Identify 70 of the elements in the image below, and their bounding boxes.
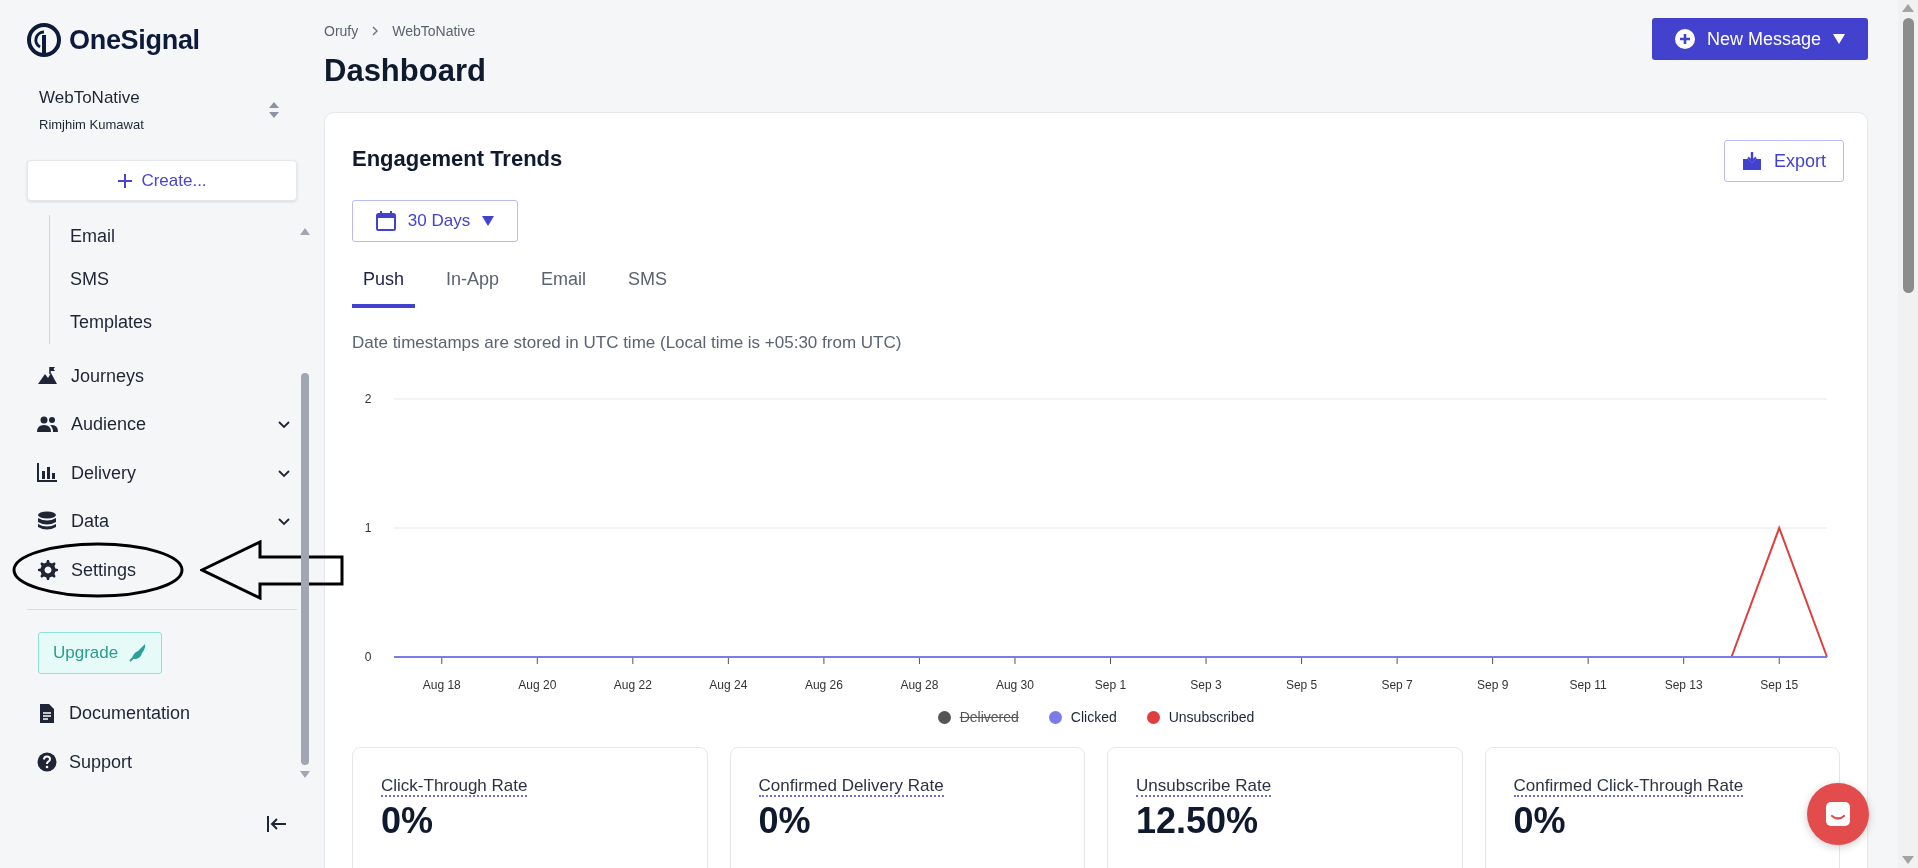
axis-label: 2 [364,392,372,406]
tab[interactable]: Email [530,262,598,308]
legend-label[interactable]: Clicked [1070,709,1117,725]
axis-label: Sep 1 [1094,678,1127,692]
logo-icon [27,23,61,57]
nav-item[interactable]: Settings [0,546,290,595]
nav-item[interactable]: SMS [50,258,324,301]
download-icon [1741,151,1762,171]
stat-value: 0% [758,800,812,842]
axis-label: Sep 5 [1285,678,1318,692]
nav-item[interactable]: Data [0,497,290,546]
legend-label[interactable]: Delivered [959,709,1019,725]
chat-icon [1823,799,1853,829]
document-icon [37,703,57,725]
timezone-note: Date timestamps are stored in UTC time (Local time is +05:30 from UTC) [352,333,903,353]
nav-item[interactable]: Support [0,738,290,787]
axis-label: Aug 22 [613,678,652,692]
nav-item[interactable]: Audience [0,400,290,449]
calendar-icon [375,211,396,231]
axis-label: Aug 24 [709,678,748,692]
tab[interactable]: SMS [617,262,679,308]
page-title: Dashboard [324,53,486,89]
breadcrumb-link[interactable]: WebToNative [392,23,476,39]
axis-label: Sep 9 [1476,678,1509,692]
new-message-button[interactable]: New Message [1652,18,1868,60]
axis-label: Sep 15 [1760,678,1799,692]
export-button[interactable]: Export [1723,140,1844,182]
nav-item[interactable]: Journeys [0,352,290,401]
legend-label[interactable]: Unsubscribed [1168,709,1255,725]
tab[interactable]: Push [352,262,416,308]
card-title: Engagement Trends [352,146,563,172]
axis-label: Sep 11 [1569,678,1607,692]
plus-icon [117,172,134,189]
axis-label: Sep 3 [1190,678,1222,692]
stat-value: 12.50% [1136,800,1260,842]
sort-icon [269,102,279,118]
collapse-icon[interactable] [266,814,288,833]
caret-icon [1833,34,1845,44]
breadcrumb-link[interactable]: Orufy [324,23,359,39]
axis-label: 1 [364,521,372,535]
axis-label: Aug 30 [995,678,1034,692]
help-icon [37,751,57,773]
axis-label: Aug 18 [422,678,461,692]
axis-label: 0 [364,650,372,664]
logo-text: OneSignal [69,24,200,56]
axis-label: Sep 13 [1664,678,1703,692]
stat-label[interactable]: Confirmed Delivery Rate [758,776,944,797]
create-button[interactable]: Create... [27,160,297,201]
nav-item[interactable]: Email [50,215,324,258]
axis-label: Aug 28 [900,678,939,692]
nav-item[interactable]: Delivery [0,449,290,498]
settings-icon [37,559,59,582]
stat-label[interactable]: Unsubscribe Rate [1136,776,1272,797]
axis-label: Aug 20 [518,678,557,692]
axis-label: Sep 7 [1381,678,1413,692]
stat-value: 0% [1513,800,1567,842]
chevron-right-icon [372,26,379,36]
org-switcher[interactable]: WebToNative Rimjhim Kumawat [39,88,279,132]
plus-circle-icon [1674,29,1695,49]
axis-label: Aug 26 [804,678,843,692]
bar-chart-icon [37,462,59,485]
stat-label[interactable]: Click-Through Rate [381,776,528,797]
tab[interactable]: In-App [435,262,511,308]
date-range-dropdown[interactable]: 30 Days [352,200,518,242]
caret-icon [482,216,495,226]
nav-item[interactable]: Templates [50,301,324,344]
stat-value: 0% [381,800,435,842]
stat-label[interactable]: Confirmed Click-Through Rate [1513,776,1744,797]
scrollbar[interactable] [1898,0,1918,868]
nav-item[interactable]: Documentation [0,689,290,738]
